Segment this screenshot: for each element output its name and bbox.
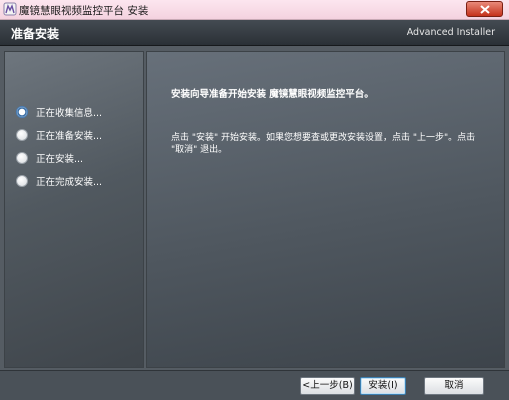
installer-window: 魔镜慧眼视频监控平台 安装 准备安装 Advanced Installer 正在… (0, 0, 509, 400)
step-label: 正在完成安装... (36, 177, 103, 188)
step-label: 正在准备安装... (36, 131, 103, 142)
installer-body: 正在收集信息... 正在准备安装... 正在安装... 正在完成安装... 安装… (0, 46, 509, 370)
content-heading: 安装向导准备开始安装 魔镜慧眼视频监控平台。 (171, 89, 374, 100)
content-description: 点击 "安装" 开始安装。如果您想要查或更改安装设置，点击 "上一步"。点击 "… (171, 133, 476, 155)
close-button[interactable] (466, 1, 503, 17)
step-active-radio-icon (16, 106, 28, 118)
steps-sidebar: 正在收集信息... 正在准备安装... 正在安装... 正在完成安装... (4, 51, 144, 368)
back-button[interactable]: <上一步(B) (300, 377, 355, 395)
window-title: 魔镜慧眼视频监控平台 安装 (19, 5, 149, 17)
title-bar: 魔镜慧眼视频监控平台 安装 (0, 0, 509, 20)
brand-label: Advanced Installer (406, 27, 495, 38)
step-radio-icon (16, 175, 28, 187)
button-bar: <上一步(B) 安装(I) 取消 (0, 370, 509, 400)
step-label: 正在安装... (36, 154, 84, 165)
step-radio-icon (16, 129, 28, 141)
content-panel: 安装向导准备开始安装 魔镜慧眼视频监控平台。 点击 "安装" 开始安装。如果您想… (146, 51, 505, 368)
cancel-button[interactable]: 取消 (424, 377, 484, 395)
step-label: 正在收集信息... (36, 108, 103, 119)
install-button[interactable]: 安装(I) (360, 377, 406, 395)
close-icon (480, 5, 490, 14)
installer-header: 准备安装 Advanced Installer (0, 20, 509, 46)
step-radio-icon (16, 152, 28, 164)
page-title: 准备安装 (11, 27, 60, 41)
app-icon (3, 2, 17, 16)
